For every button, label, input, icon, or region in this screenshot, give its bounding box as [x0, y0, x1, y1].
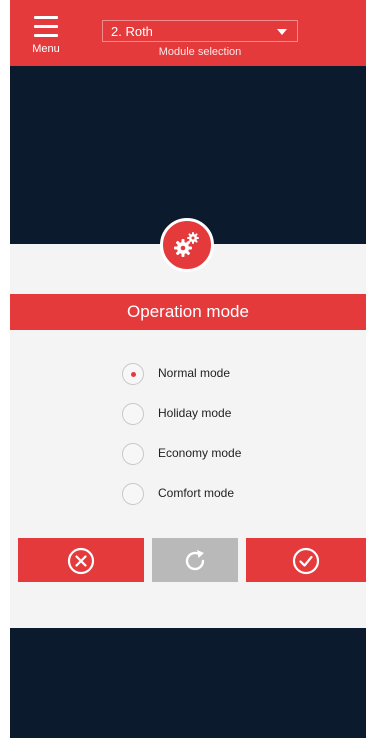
refresh-icon [185, 550, 205, 571]
option-normal-mode[interactable]: Normal mode [122, 361, 312, 387]
option-label: Holiday mode [158, 406, 232, 420]
top-bar: Menu 2. Roth Module selection [10, 0, 366, 66]
option-label: Normal mode [158, 366, 231, 380]
radio-button[interactable] [122, 403, 144, 425]
radio-selected-dot [131, 372, 136, 377]
module-selected-value: 2. Roth [111, 24, 153, 39]
option-holiday-mode[interactable]: Holiday mode [122, 401, 312, 427]
radio-button[interactable] [122, 483, 144, 505]
app-screen: Menu 2. Roth Module selection Operation … [10, 0, 366, 738]
hamburger-icon-line [34, 34, 58, 37]
panel-title: Operation mode [10, 294, 366, 330]
close-circle-icon [67, 547, 95, 575]
hamburger-icon-line [34, 25, 58, 28]
chevron-down-icon [277, 29, 287, 35]
option-economy-mode[interactable]: Economy mode [122, 441, 312, 467]
option-label: Comfort mode [158, 486, 235, 500]
check-circle-icon [292, 547, 320, 575]
gears-icon [160, 218, 214, 272]
radio-button[interactable] [122, 363, 144, 385]
option-label: Economy mode [158, 446, 242, 460]
hamburger-icon [34, 16, 58, 19]
reset-button[interactable] [152, 538, 238, 582]
option-comfort-mode[interactable]: Comfort mode [122, 481, 312, 507]
menu-button[interactable]: Menu [24, 6, 68, 62]
cancel-button[interactable] [18, 538, 144, 582]
confirm-button[interactable] [246, 538, 366, 582]
module-select[interactable]: 2. Roth [102, 20, 298, 42]
module-selection-caption: Module selection [158, 46, 242, 58]
menu-label: Menu [32, 43, 60, 55]
radio-button[interactable] [122, 443, 144, 465]
